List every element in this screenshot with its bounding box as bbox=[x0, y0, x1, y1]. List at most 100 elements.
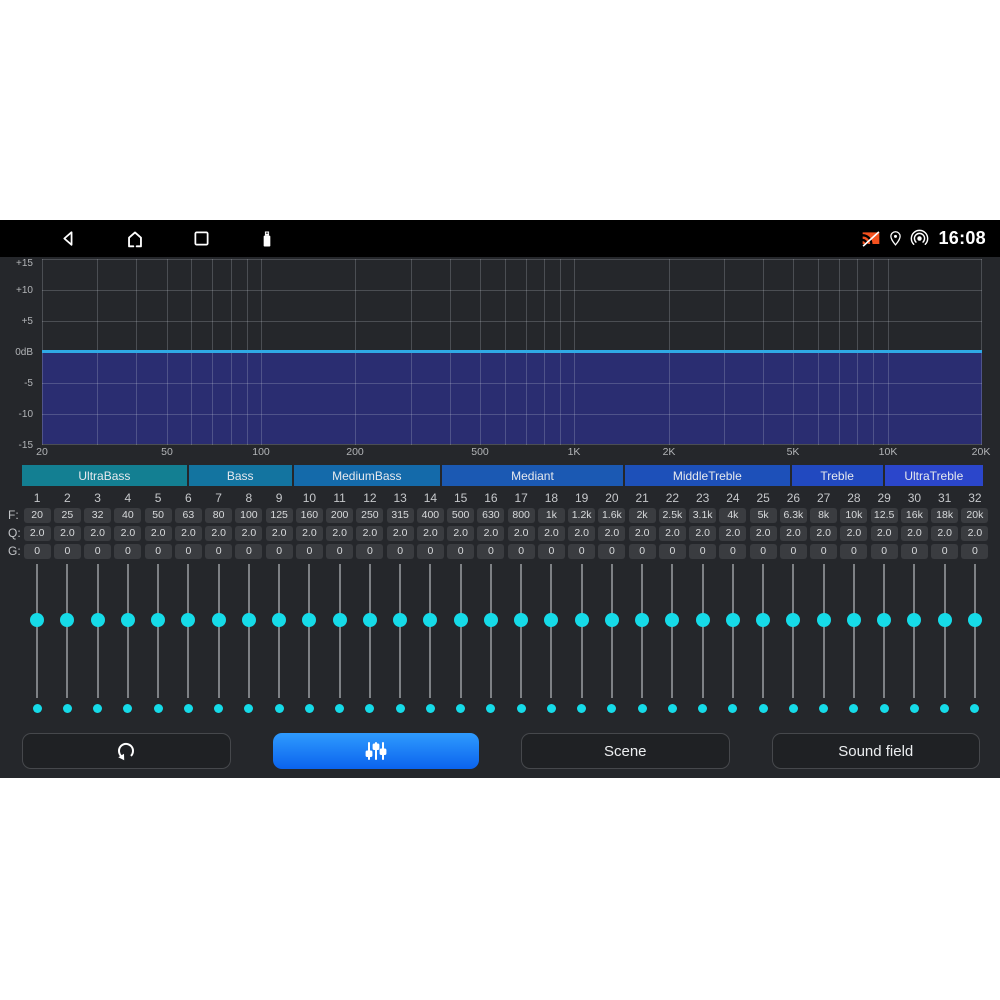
slider-thumb[interactable] bbox=[181, 613, 195, 627]
slider-thumb[interactable] bbox=[665, 613, 679, 627]
gain-slider[interactable] bbox=[506, 564, 536, 698]
gain-slider[interactable] bbox=[173, 564, 203, 698]
slider-thumb[interactable] bbox=[121, 613, 135, 627]
gain-value-chip: 0 bbox=[175, 544, 202, 559]
gain-slider[interactable] bbox=[476, 564, 506, 698]
slider-thumb[interactable] bbox=[877, 613, 891, 627]
gain-slider[interactable] bbox=[83, 564, 113, 698]
recents-button[interactable] bbox=[191, 228, 212, 249]
gain-slider[interactable] bbox=[355, 564, 385, 698]
gain-value-chip: 0 bbox=[810, 544, 837, 559]
gain-slider[interactable] bbox=[446, 564, 476, 698]
gain-slider[interactable] bbox=[52, 564, 82, 698]
equalizer-button[interactable] bbox=[273, 733, 480, 769]
eq-channel-column: 201.6k2.00 bbox=[597, 490, 627, 713]
gain-slider[interactable] bbox=[869, 564, 899, 698]
slider-thumb[interactable] bbox=[635, 613, 649, 627]
slider-thumb[interactable] bbox=[544, 613, 558, 627]
slider-thumb[interactable] bbox=[91, 613, 105, 627]
band-header-bass[interactable]: Bass bbox=[189, 465, 292, 486]
band-header-middletreble[interactable]: MiddleTreble bbox=[625, 465, 790, 486]
q-value-chip: 2.0 bbox=[266, 526, 293, 541]
equalizer-icon bbox=[363, 740, 389, 762]
channel-number: 21 bbox=[635, 490, 648, 506]
slider-thumb[interactable] bbox=[968, 613, 982, 627]
slider-thumb[interactable] bbox=[272, 613, 286, 627]
gain-slider[interactable] bbox=[113, 564, 143, 698]
slider-thumb[interactable] bbox=[60, 613, 74, 627]
band-header-mediumbass[interactable]: MediumBass bbox=[294, 465, 440, 486]
gain-slider[interactable] bbox=[718, 564, 748, 698]
home-button[interactable] bbox=[124, 228, 146, 250]
gain-slider[interactable] bbox=[930, 564, 960, 698]
band-header-label: Treble bbox=[820, 469, 854, 483]
slider-thumb[interactable] bbox=[242, 613, 256, 627]
slider-thumb[interactable] bbox=[151, 613, 165, 627]
gain-slider[interactable] bbox=[748, 564, 778, 698]
reset-button[interactable] bbox=[22, 733, 231, 769]
gain-slider[interactable] bbox=[657, 564, 687, 698]
gain-slider[interactable] bbox=[143, 564, 173, 698]
gain-slider[interactable] bbox=[688, 564, 718, 698]
slider-thumb[interactable] bbox=[605, 613, 619, 627]
gain-value-chip: 0 bbox=[54, 544, 81, 559]
gain-slider[interactable] bbox=[385, 564, 415, 698]
gain-slider[interactable] bbox=[778, 564, 808, 698]
band-header-ultrabass[interactable]: UltraBass bbox=[22, 465, 187, 486]
eq-channel-column: 122502.00 bbox=[355, 490, 385, 713]
slider-thumb[interactable] bbox=[302, 613, 316, 627]
slider-thumb[interactable] bbox=[30, 613, 44, 627]
slider-thumb[interactable] bbox=[696, 613, 710, 627]
gain-slider[interactable] bbox=[839, 564, 869, 698]
gain-value-chip: 0 bbox=[780, 544, 807, 559]
eq-channel-column: 155002.00 bbox=[446, 490, 476, 713]
gain-slider[interactable] bbox=[809, 564, 839, 698]
gain-slider[interactable] bbox=[960, 564, 990, 698]
gain-slider[interactable] bbox=[264, 564, 294, 698]
slider-thumb[interactable] bbox=[454, 613, 468, 627]
gain-slider[interactable] bbox=[597, 564, 627, 698]
slider-thumb[interactable] bbox=[393, 613, 407, 627]
gain-value-chip: 0 bbox=[750, 544, 777, 559]
gain-slider[interactable] bbox=[204, 564, 234, 698]
slider-thumb[interactable] bbox=[212, 613, 226, 627]
back-button[interactable] bbox=[58, 228, 79, 249]
eq-channel-column: 166302.00 bbox=[476, 490, 506, 713]
slider-thumb[interactable] bbox=[726, 613, 740, 627]
gain-slider[interactable] bbox=[415, 564, 445, 698]
slider-thumb[interactable] bbox=[907, 613, 921, 627]
gain-slider[interactable] bbox=[22, 564, 52, 698]
gain-slider[interactable] bbox=[536, 564, 566, 698]
slider-thumb[interactable] bbox=[786, 613, 800, 627]
q-value-chip: 2.0 bbox=[326, 526, 353, 541]
gain-slider[interactable] bbox=[627, 564, 657, 698]
eq-channel-column: 222.5k2.00 bbox=[657, 490, 687, 713]
slider-thumb[interactable] bbox=[333, 613, 347, 627]
sound-field-button[interactable]: Sound field bbox=[772, 733, 981, 769]
band-header-ultratreble[interactable]: UltraTreble bbox=[885, 465, 983, 486]
scene-button[interactable]: Scene bbox=[521, 733, 730, 769]
band-header-treble[interactable]: Treble bbox=[792, 465, 883, 486]
slider-thumb[interactable] bbox=[423, 613, 437, 627]
slider-thumb[interactable] bbox=[756, 613, 770, 627]
gain-slider[interactable] bbox=[325, 564, 355, 698]
channel-indicator-dot bbox=[456, 704, 465, 713]
freq-value-chip: 500 bbox=[447, 508, 474, 523]
channel-number: 27 bbox=[817, 490, 830, 506]
slider-thumb[interactable] bbox=[484, 613, 498, 627]
slider-thumb[interactable] bbox=[363, 613, 377, 627]
gain-slider[interactable] bbox=[899, 564, 929, 698]
slider-thumb[interactable] bbox=[847, 613, 861, 627]
gain-slider[interactable] bbox=[294, 564, 324, 698]
gain-slider[interactable] bbox=[567, 564, 597, 698]
eq-channel-column: 112002.00 bbox=[325, 490, 355, 713]
slider-thumb[interactable] bbox=[514, 613, 528, 627]
channel-indicator-dot bbox=[880, 704, 889, 713]
slider-track bbox=[671, 564, 673, 698]
band-header-mediant[interactable]: Mediant bbox=[442, 465, 623, 486]
gain-value-chip: 0 bbox=[598, 544, 625, 559]
slider-thumb[interactable] bbox=[938, 613, 952, 627]
slider-thumb[interactable] bbox=[817, 613, 831, 627]
slider-thumb[interactable] bbox=[575, 613, 589, 627]
gain-slider[interactable] bbox=[234, 564, 264, 698]
